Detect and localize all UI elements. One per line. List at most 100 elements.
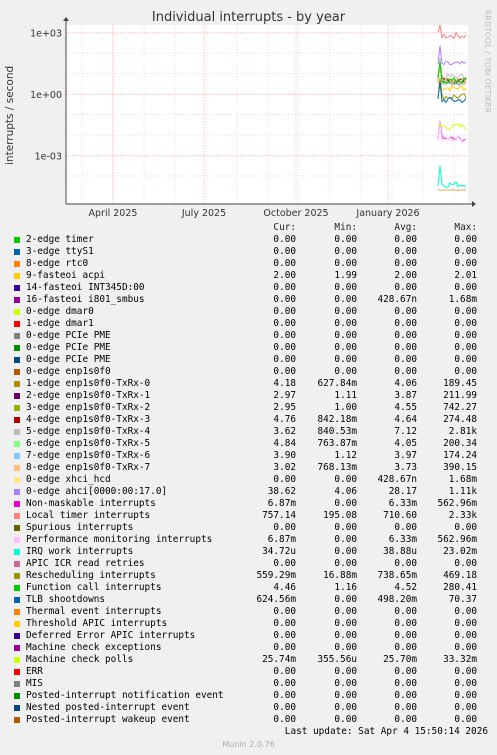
legend-value-cur: 4.84 <box>273 438 296 449</box>
legend-swatch <box>14 585 20 591</box>
y-tick-label: 1e+03 <box>30 29 62 40</box>
legend-series-name: 8-edge enp1s0f0-TxRx-7 <box>26 462 151 473</box>
legend-series-name: 16-fasteoi i801_smbus <box>26 294 145 305</box>
legend-row: Non-maskable interrupts 6.87m 0.00 6.33m 562… <box>0 498 497 510</box>
legend-value-cur: 3.62 <box>273 426 296 437</box>
legend-value-cur: 0.00 <box>273 666 296 677</box>
legend-value-cur: 0.00 <box>273 306 296 317</box>
legend-swatch <box>14 705 20 711</box>
legend-swatch <box>14 261 20 267</box>
legend-row: Function call interrupts 4.46 1.16 4.52 280.… <box>0 582 497 594</box>
legend-series-name: Nested posted-interrupt event <box>26 702 190 713</box>
legend-value-max: 0.00 <box>454 666 477 677</box>
legend-row: 1-edge dmar1 0.00 0.00 0.00 0.00 <box>0 318 497 330</box>
legend-swatch <box>14 417 20 423</box>
legend-value-cur: 0.00 <box>273 618 296 629</box>
legend-row: Rescheduling interrupts 559.29m 16.88m 738.… <box>0 570 497 582</box>
legend-value-max: 70.37 <box>448 594 477 605</box>
legend-row: 0-edge PCIe PME 0.00 0.00 0.00 0.00 <box>0 354 497 366</box>
legend-value-max: 0.00 <box>454 246 477 257</box>
legend-value-max: 0.00 <box>454 678 477 689</box>
y-tick-label: 1e+00 <box>30 90 62 101</box>
legend-series-name: 0-edge PCIe PME <box>26 354 111 365</box>
legend-row: 8-edge enp1s0f0-TxRx-7 3.02 768.13m 3.73 390… <box>0 462 497 474</box>
legend-value-max: 0.00 <box>454 330 477 341</box>
legend-value-max: 0.00 <box>454 522 477 533</box>
legend-value-max: 0.00 <box>454 318 477 329</box>
legend-row: MIS 0.00 0.00 0.00 0.00 <box>0 678 497 690</box>
legend-swatch <box>14 549 20 555</box>
legend-value-max: 469.18 <box>443 570 477 581</box>
legend-row: 9-fasteoi acpi 2.00 1.99 2.00 2.01 <box>0 270 497 282</box>
legend-swatch <box>14 405 20 411</box>
x-tick-label: April 2025 <box>89 208 138 219</box>
header-cur: Cur: <box>273 222 296 233</box>
legend-header: Cur: Min: Avg: Max: <box>0 222 497 234</box>
legend-swatch <box>14 597 20 603</box>
legend-value-max: 200.34 <box>443 438 477 449</box>
legend-value-cur: 4.18 <box>273 378 296 389</box>
legend-value-cur: 2.00 <box>273 270 296 281</box>
legend-value-max: 174.24 <box>443 450 477 461</box>
legend-row: Threshold APIC interrupts 0.00 0.00 0.00 0.0… <box>0 618 497 630</box>
legend-swatch <box>14 669 20 675</box>
legend-series-name: Rescheduling interrupts <box>26 570 156 581</box>
legend-row: 16-fasteoi i801_smbus 0.00 0.00 428.67n 1.68… <box>0 294 497 306</box>
legend-row: Posted-interrupt wakeup event 0.00 0.00 0.0… <box>0 714 497 726</box>
legend-value-max: 274.48 <box>443 414 477 425</box>
legend-swatch <box>14 321 20 327</box>
legend-series-name: 5-edge enp1s0f0-TxRx-4 <box>26 426 151 437</box>
legend-series-name: Deferred Error APIC interrupts <box>26 630 196 641</box>
legend-row: 6-edge enp1s0f0-TxRx-5 4.84 763.87m 4.05 200… <box>0 438 497 450</box>
x-tick-label: October 2025 <box>263 208 328 219</box>
legend-row: 4-edge enp1s0f0-TxRx-3 4.76 842.18m 4.64 274… <box>0 414 497 426</box>
legend-series-name: 8-edge rtc0 <box>26 258 89 269</box>
legend-value-cur: 38.62 <box>267 486 296 497</box>
legend-swatch <box>14 609 20 615</box>
legend-value-max: 0.00 <box>454 354 477 365</box>
legend-value-cur: 0.00 <box>273 354 296 365</box>
legend-value-cur: 4.76 <box>273 414 296 425</box>
legend-row: ERR 0.00 0.00 0.00 0.00 <box>0 666 497 678</box>
legend-row: Nested posted-interrupt event 0.00 0.00 0.0… <box>0 702 497 714</box>
legend-value-max: 562.96m <box>437 498 477 509</box>
legend-row: 2-edge enp1s0f0-TxRx-1 2.97 1.11 3.87 211.99 <box>0 390 497 402</box>
legend-value-max: 1.68m <box>448 294 477 305</box>
legend-value-cur: 0.00 <box>273 474 296 485</box>
legend-row: Machine check polls 25.74m 355.56u 25.70m 33… <box>0 654 497 666</box>
legend-series-name: 14-fasteoi INT345D:00 <box>26 282 145 293</box>
legend-table: Cur: Min: Avg: Max: 2-edge timer 0.00 0.00… <box>0 222 497 726</box>
legend-value-max: 562.96m <box>437 534 477 545</box>
legend-swatch <box>14 645 20 651</box>
legend-swatch <box>14 573 20 579</box>
legend-value-max: 1.11k <box>448 486 477 497</box>
legend-row: 7-edge enp1s0f0-TxRx-6 3.90 1.12 3.97 174.24 <box>0 450 497 462</box>
legend-value-cur: 25.74m <box>262 654 296 665</box>
legend-value-cur: 0.00 <box>273 318 296 329</box>
legend-value-cur: 0.00 <box>273 330 296 341</box>
legend-value-cur: 0.00 <box>273 522 296 533</box>
legend-value-cur: 0.00 <box>273 366 296 377</box>
legend-value-cur: 559.29m <box>256 570 296 581</box>
legend-series-name: 1-edge dmar1 <box>26 318 94 329</box>
legend-series-name: Posted-interrupt wakeup event <box>26 714 190 725</box>
legend-swatch <box>14 273 20 279</box>
legend-value-max: 0.00 <box>454 702 477 713</box>
legend-row: IRQ work interrupts 34.72u 0.00 38.88u 23.02… <box>0 546 497 558</box>
legend-value-max: 0.00 <box>454 642 477 653</box>
legend-value-cur: 6.87m <box>267 498 296 509</box>
legend-row: 0-edge PCIe PME 0.00 0.00 0.00 0.00 <box>0 342 497 354</box>
legend-value-cur: 0.00 <box>273 558 296 569</box>
legend-row: 0-edge dmar0 0.00 0.00 0.00 0.00 <box>0 306 497 318</box>
legend-series-name: Machine check polls <box>26 654 134 665</box>
legend-value-max: 0.00 <box>454 342 477 353</box>
legend-swatch <box>14 717 20 723</box>
legend-row: TLB shootdowns 624.56m 0.00 498.20m 70.37 <box>0 594 497 606</box>
legend-swatch <box>14 393 20 399</box>
legend-series-name: 0-edge PCIe PME <box>26 330 111 341</box>
legend-row: 0-edge xhci_hcd 0.00 0.00 428.67n 1.68m <box>0 474 497 486</box>
legend-series-name: Spurious interrupts <box>26 522 134 533</box>
legend-value-max: 0.00 <box>454 630 477 641</box>
legend-value-cur: 6.87m <box>267 534 296 545</box>
legend-swatch <box>14 657 20 663</box>
